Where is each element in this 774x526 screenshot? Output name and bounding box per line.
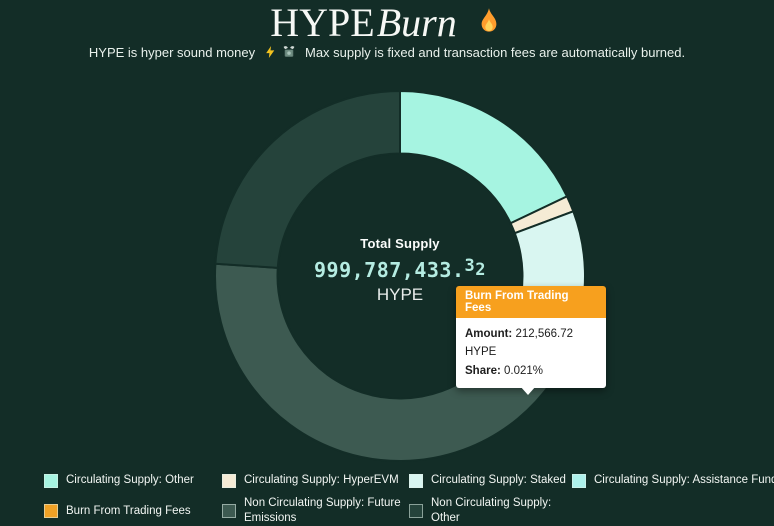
page-subtitle: HYPE is hyper sound money Max supply is … <box>0 45 774 63</box>
legend-item-burn-from-trading-fees[interactable]: Burn From Trading Fees <box>44 496 222 526</box>
subtitle-text-after: Max supply is fixed and transaction fees… <box>305 45 685 60</box>
fire-icon <box>474 3 504 49</box>
chart-legend: Circulating Supply: Other Circulating Sup… <box>44 473 774 526</box>
page-title: HYPEBurn <box>0 0 774 46</box>
legend-label: Circulating Supply: Other <box>66 473 194 488</box>
legend-label: Circulating Supply: Staked <box>431 473 566 488</box>
money-with-wings-icon <box>282 45 296 63</box>
legend-swatch <box>222 474 236 488</box>
legend-item-circulating-supply-hyperevm[interactable]: Circulating Supply: HyperEVM <box>222 473 409 488</box>
legend-swatch <box>409 504 423 518</box>
legend-label: Non Circulating Supply: Other <box>431 496 572 526</box>
legend-item-non-circulating-supply-other[interactable]: Non Circulating Supply: Other <box>409 496 572 526</box>
legend-item-non-circulating-supply-future-emissions[interactable]: Non Circulating Supply: Future Emissions <box>222 496 409 526</box>
legend-item-circulating-supply-other[interactable]: Circulating Supply: Other <box>44 473 222 488</box>
tooltip-title: Burn From Trading Fees <box>456 286 606 318</box>
subtitle-text-before: HYPE is hyper sound money <box>89 45 255 60</box>
title-burn: Burn <box>377 0 457 45</box>
tooltip-share-row: Share: 0.021% <box>465 362 597 380</box>
legend-label: Circulating Supply: HyperEVM <box>244 473 399 488</box>
legend-swatch <box>409 474 423 488</box>
circulating-supply-other-segment[interactable] <box>400 91 567 223</box>
legend-label: Non Circulating Supply: Future Emissions <box>244 496 409 526</box>
high-voltage-icon <box>264 45 277 63</box>
legend-label: Burn From Trading Fees <box>66 504 191 519</box>
legend-swatch <box>44 474 58 488</box>
burn-tooltip: Burn From Trading Fees Amount: 212,566.7… <box>456 286 606 388</box>
tooltip-amount-row: Amount: 212,566.72 HYPE <box>465 325 597 362</box>
hype-burn-page: HYPEBurn HYPE is hyper sound money Max s… <box>0 0 774 512</box>
legend-item-circulating-supply-assistance-fund[interactable]: Circulating Supply: Assistance Fund <box>572 473 774 488</box>
legend-label: Circulating Supply: Assistance Fund <box>594 473 774 488</box>
tooltip-body: Amount: 212,566.72 HYPE Share: 0.021% <box>456 318 606 388</box>
legend-item-circulating-supply-staked[interactable]: Circulating Supply: Staked <box>409 473 572 488</box>
total-supply-label: Total Supply <box>277 236 523 251</box>
legend-swatch <box>222 504 236 518</box>
tooltip-pointer <box>520 386 536 403</box>
legend-swatch <box>44 504 58 518</box>
legend-swatch <box>572 474 586 488</box>
total-supply-value: 999,787,433.32 <box>277 258 523 282</box>
title-hype: HYPE <box>270 0 374 45</box>
